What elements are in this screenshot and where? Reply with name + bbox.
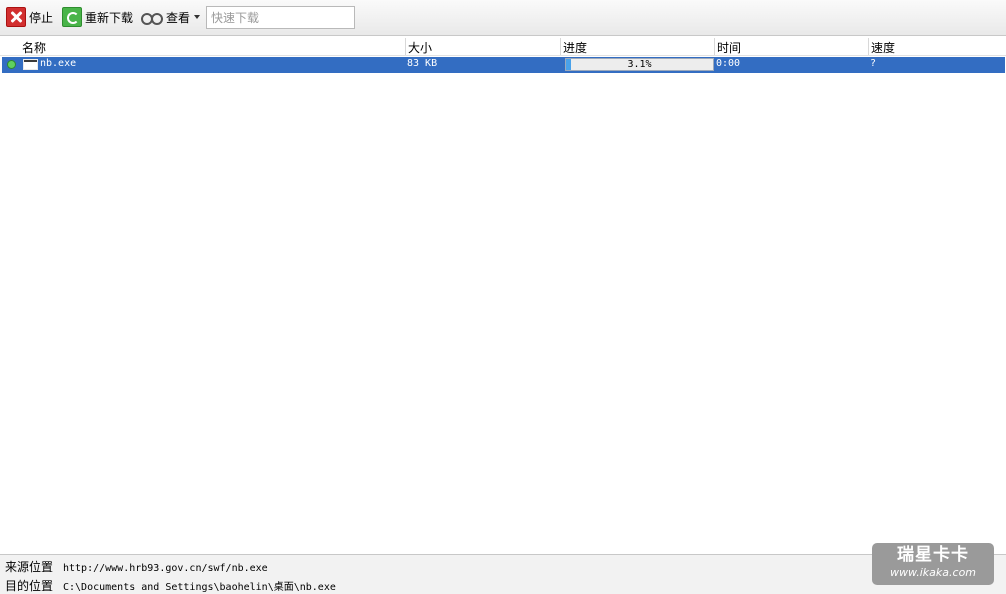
destination-location: 目的位置 C:\Documents and Settings\baohelin\桌… — [5, 577, 336, 594]
file-name: nb.exe — [40, 58, 77, 69]
progress-text: 3.1% — [627, 59, 652, 70]
column-name-header[interactable]: 名称 — [22, 39, 46, 56]
source-location: 来源位置 http://www.hrb93.gov.cn/swf/nb.exe — [5, 558, 268, 575]
destination-label: 目的位置 — [5, 579, 54, 593]
file-size: 83 KB — [407, 58, 438, 69]
refresh-icon — [62, 7, 82, 27]
column-speed-header[interactable]: 速度 — [871, 39, 895, 56]
stop-button[interactable]: 停止 — [6, 6, 53, 28]
stop-label: 停止 — [29, 10, 54, 25]
elapsed-time: 0:00 — [716, 58, 741, 69]
column-header: 名称 大小 进度 时间 速度 — [0, 38, 1006, 56]
watermark-logo: 瑞星卡卡 www.ikaka.com — [872, 543, 994, 585]
view-label: 查看 — [166, 10, 191, 25]
download-row[interactable]: nb.exe 83 KB 3.1% 0:00 ? — [2, 57, 1005, 73]
glasses-icon — [141, 10, 163, 25]
watermark-url: www.ikaka.com — [889, 566, 977, 579]
view-button[interactable]: 查看 — [141, 6, 201, 28]
source-label: 来源位置 — [5, 560, 54, 574]
redownload-label: 重新下载 — [85, 10, 134, 25]
redownload-button[interactable]: 重新下载 — [62, 6, 133, 28]
download-speed: ? — [870, 58, 877, 69]
column-size-header[interactable]: 大小 — [408, 39, 432, 56]
chevron-down-icon[interactable] — [194, 15, 201, 19]
column-divider[interactable] — [560, 38, 561, 55]
stop-icon — [6, 7, 26, 27]
info-panel: 来源位置 http://www.hrb93.gov.cn/swf/nb.exe 目… — [0, 554, 1006, 594]
download-progress-bar: 3.1% — [565, 58, 714, 71]
column-divider[interactable] — [405, 38, 406, 55]
column-divider[interactable] — [714, 38, 715, 55]
column-time-header[interactable]: 时间 — [717, 39, 741, 56]
column-progress-header[interactable]: 进度 — [563, 39, 587, 56]
column-divider[interactable] — [868, 38, 869, 55]
quick-download-input[interactable] — [206, 6, 355, 29]
watermark-title: 瑞星卡卡 — [897, 545, 969, 565]
download-status-icon — [7, 60, 16, 69]
source-url: http://www.hrb93.gov.cn/swf/nb.exe — [63, 563, 268, 574]
file-icon — [23, 59, 38, 70]
toolbar: 停止 重新下载 查看 — [0, 0, 1006, 36]
destination-path: C:\Documents and Settings\baohelin\桌面\nb… — [63, 582, 336, 593]
